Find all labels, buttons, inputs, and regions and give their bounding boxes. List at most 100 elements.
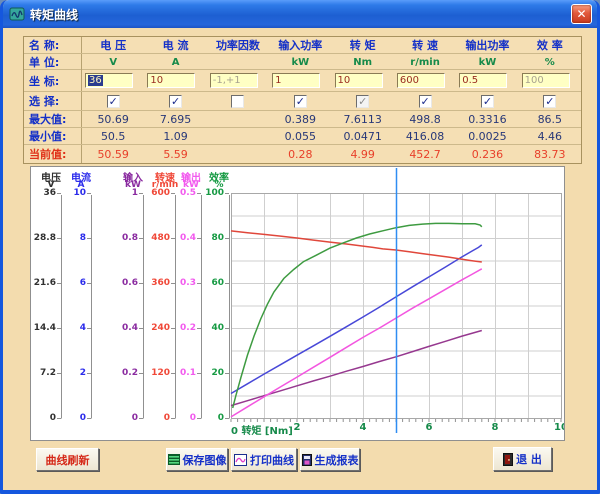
coord-cell: 600 <box>394 73 456 88</box>
curve-转速 <box>231 231 482 262</box>
axis-tick: 10 <box>44 188 86 198</box>
select-checkbox[interactable]: ✓ <box>481 95 494 108</box>
select-cell <box>207 95 269 108</box>
axis-tick: 40 <box>182 323 224 333</box>
axis-tick: 0 <box>44 413 86 423</box>
coord-input[interactable]: 600 <box>397 73 445 88</box>
current-value-cell: 50.59 <box>82 148 144 161</box>
current-value-cell: 0.236 <box>456 148 518 161</box>
unit-cell: % <box>519 57 581 68</box>
coord-input[interactable]: 10 <box>147 73 195 88</box>
axis-tick: 60 <box>182 278 224 288</box>
refresh-curve-label: 曲线刷新 <box>46 452 90 468</box>
select-cell: ✓ <box>332 95 394 108</box>
max-value-cell: 86.5 <box>519 113 581 126</box>
coord-cell: 36 <box>82 73 144 88</box>
app-window: 转矩曲线 ✕ 名 称:电 压电 流功率因数输入功率转 矩转 速输出功率效 率单 … <box>0 0 600 494</box>
table-row: 最小值:50.51.090.0550.0471416.080.00254.46 <box>24 128 581 145</box>
generate-report-icon <box>302 454 312 466</box>
table-row: 选 择: ✓ ✓ ✓ ✓ ✓ ✓ ✓ <box>24 92 581 111</box>
axis-tick: 0 <box>182 413 224 423</box>
column-header: 电 压 <box>82 37 144 53</box>
select-checkbox[interactable]: ✓ <box>169 95 182 108</box>
max-value-cell: 498.8 <box>394 113 456 126</box>
row-label: 最大值: <box>24 111 82 127</box>
x-tick-label: 6 <box>419 422 439 433</box>
table-row: 最大值:50.697.6950.3897.6113498.80.331686.5 <box>24 111 581 128</box>
axis-tick: 8 <box>44 233 86 243</box>
exit-icon <box>503 453 513 466</box>
curve-输出功率 <box>231 269 482 417</box>
select-checkbox[interactable]: ✓ <box>419 95 432 108</box>
x-tick-label: 10 <box>551 422 565 433</box>
coord-cell: 1 <box>269 73 331 88</box>
current-value-cell: 83.73 <box>519 148 581 161</box>
select-checkbox[interactable]: ✓ <box>356 95 369 108</box>
select-checkbox[interactable]: ✓ <box>107 95 120 108</box>
unit-cell: Nm <box>332 57 394 68</box>
print-curve-button[interactable]: 打印曲线 <box>231 448 297 471</box>
row-label: 最小值: <box>24 128 82 144</box>
print-curve-label: 打印曲线 <box>250 452 294 468</box>
close-button[interactable]: ✕ <box>571 4 592 24</box>
save-image-icon <box>168 454 180 465</box>
coord-cell: 10 <box>144 73 206 88</box>
axis-tick: 6 <box>44 278 86 288</box>
min-value-cell: 1.09 <box>144 130 206 143</box>
column-header: 输入功率 <box>269 37 331 53</box>
row-label: 名 称: <box>24 37 82 53</box>
x-tick-label: 4 <box>353 422 373 433</box>
refresh-curve-button[interactable]: 曲线刷新 <box>36 448 99 471</box>
chart-panel: 电压V3628.821.614.47.20电流A1086420输入kW10.80… <box>30 166 565 441</box>
max-value-cell: 7.6113 <box>332 113 394 126</box>
chart-canvas <box>31 167 564 440</box>
table-row: 坐 标: 36 10 -1,+1 1 10 600 0.5 100 <box>24 70 581 92</box>
coord-input[interactable]: 1 <box>272 73 320 88</box>
row-label: 坐 标: <box>24 70 82 91</box>
min-value-cell: 50.5 <box>82 130 144 143</box>
parameter-table: 名 称:电 压电 流功率因数输入功率转 矩转 速输出功率效 率单 位:VAkWN… <box>23 36 582 164</box>
exit-button[interactable]: 退 出 <box>493 447 552 471</box>
save-image-label: 保存图像 <box>183 452 227 468</box>
row-label: 单 位: <box>24 54 82 70</box>
unit-cell: kW <box>456 57 518 68</box>
row-label: 选 择: <box>24 92 82 110</box>
coord-cell: 10 <box>332 73 394 88</box>
column-header: 效 率 <box>519 37 581 53</box>
column-header: 转 矩 <box>332 37 394 53</box>
coord-input[interactable]: 100 <box>522 73 570 88</box>
selected-text: 36 <box>88 75 103 86</box>
save-image-button[interactable]: 保存图像 <box>166 448 228 471</box>
axis-tick: 2 <box>44 368 86 378</box>
table-row: 单 位:VAkWNmr/minkW% <box>24 54 581 70</box>
current-value-cell: 4.99 <box>332 148 394 161</box>
coord-input[interactable]: -1,+1 <box>210 73 258 88</box>
print-curve-icon <box>234 454 247 466</box>
row-label: 当前值: <box>24 145 82 163</box>
current-value-cell: 452.7 <box>394 148 456 161</box>
column-header: 电 流 <box>144 37 206 53</box>
x-axis-label: 0 转矩 [Nm] <box>231 422 293 437</box>
select-checkbox[interactable]: ✓ <box>294 95 307 108</box>
axis-tick: 4 <box>44 323 86 333</box>
coord-cell: -1,+1 <box>207 73 269 88</box>
select-cell: ✓ <box>269 95 331 108</box>
max-value-cell: 0.3316 <box>456 113 518 126</box>
select-checkbox[interactable]: ✓ <box>543 95 556 108</box>
coord-cell: 0.5 <box>456 73 518 88</box>
window-title: 转矩曲线 <box>30 6 78 23</box>
x-tick-label: 8 <box>485 422 505 433</box>
title-bar[interactable]: 转矩曲线 ✕ <box>3 0 597 28</box>
select-cell: ✓ <box>456 95 518 108</box>
coord-input[interactable]: 36 <box>85 73 133 88</box>
unit-cell: kW <box>269 57 331 68</box>
current-value-cell: 5.59 <box>144 148 206 161</box>
select-checkbox[interactable] <box>231 95 244 108</box>
min-value-cell: 0.055 <box>269 130 331 143</box>
coord-input[interactable]: 0.5 <box>459 73 507 88</box>
curve-电流 <box>231 245 482 394</box>
column-header: 输出功率 <box>456 37 518 53</box>
generate-report-button[interactable]: 生成报表 <box>300 448 360 471</box>
coord-input[interactable]: 10 <box>335 73 383 88</box>
app-icon <box>9 6 25 22</box>
